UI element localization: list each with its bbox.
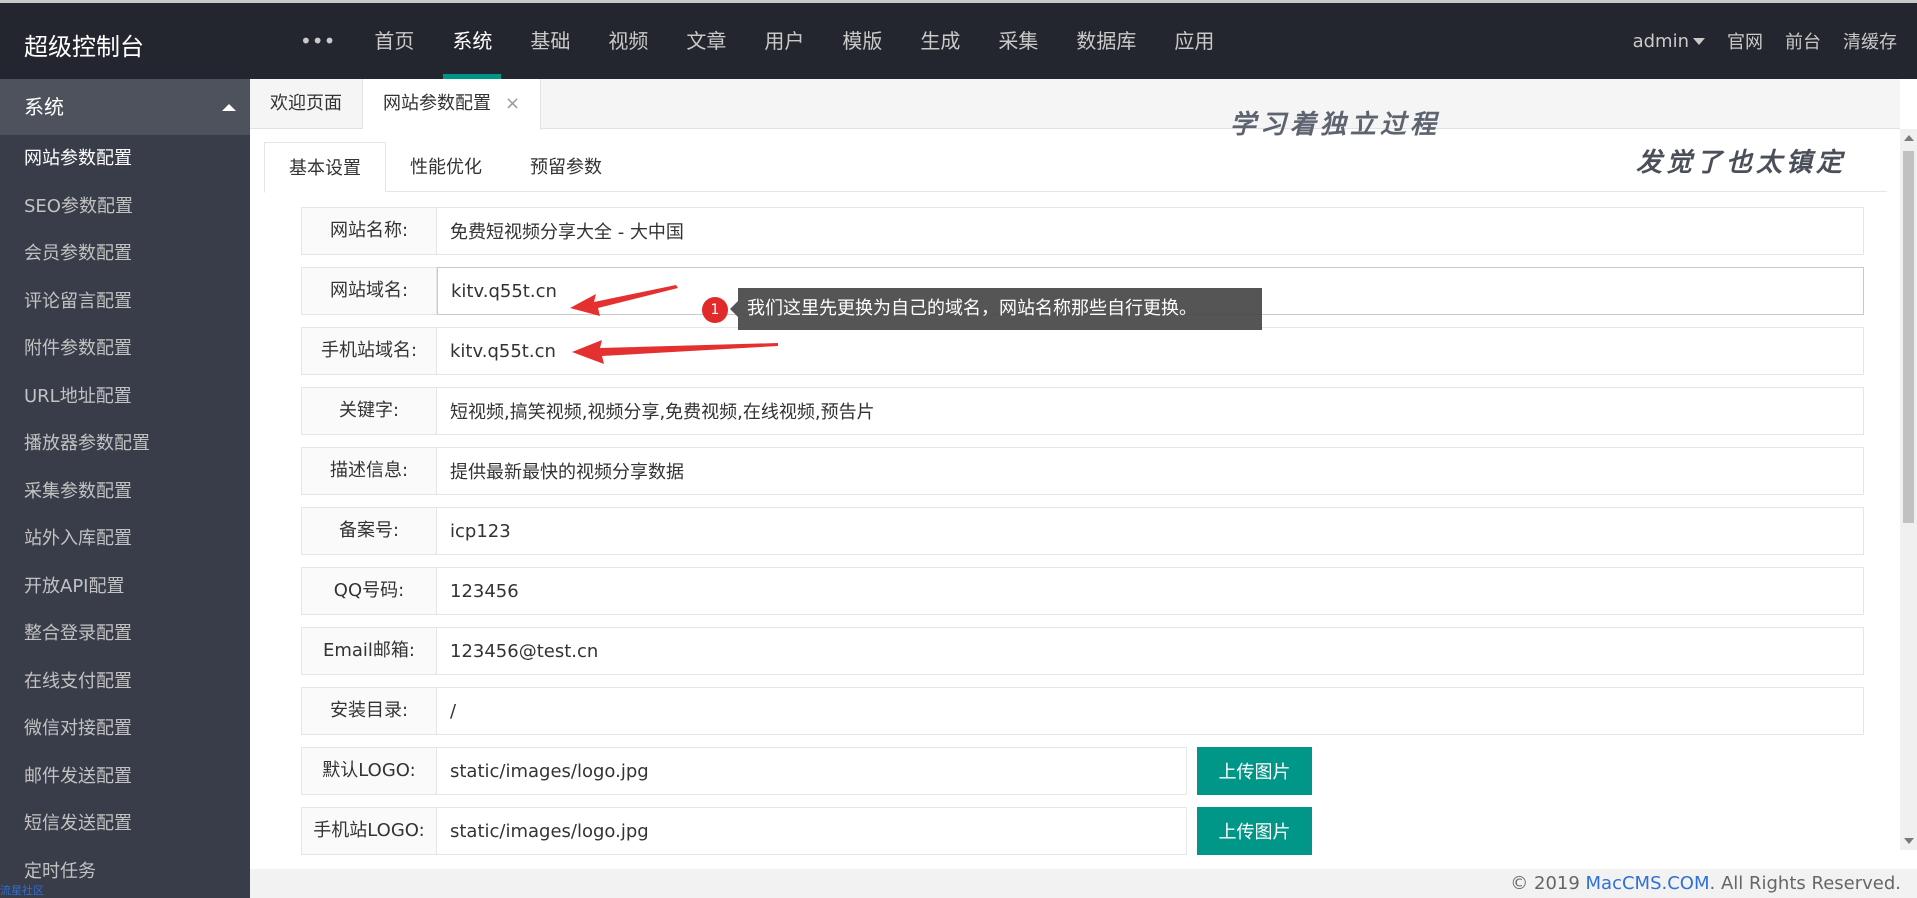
- tab-site-config[interactable]: 网站参数配置 ×: [363, 79, 542, 130]
- sidebar-item-sms[interactable]: 短信发送配置: [0, 800, 250, 848]
- label-mobile-domain: 手机站域名:: [301, 327, 437, 375]
- main-content: 欢迎页面 网站参数配置× 基本设置 性能优化 预留参数 网站名称: 网站域名: …: [250, 79, 1917, 869]
- sidebar: 系统 网站参数配置 SEO参数配置 会员参数配置 评论留言配置 附件参数配置 U…: [0, 79, 250, 898]
- row-description: 描述信息:: [301, 447, 1864, 495]
- sidebar-section-label: 系统: [24, 95, 64, 119]
- nav-database[interactable]: 数据库: [1057, 3, 1155, 79]
- scrollbar[interactable]: [1900, 129, 1917, 850]
- tab-basic-settings[interactable]: 基本设置: [264, 142, 386, 193]
- label-email: Email邮箱:: [301, 627, 437, 675]
- annotation-arrow-icon: [572, 340, 778, 364]
- caret-down-icon: [1693, 38, 1705, 45]
- nav-template[interactable]: 模版: [823, 3, 901, 79]
- annotation-arrow-icon: [570, 285, 678, 316]
- sidebar-item-api[interactable]: 开放API配置: [0, 563, 250, 611]
- sidebar-item-attachment[interactable]: 附件参数配置: [0, 325, 250, 373]
- upload-logo-button[interactable]: 上传图片: [1197, 747, 1312, 795]
- user-menu[interactable]: admin: [1633, 31, 1705, 52]
- nav-collect[interactable]: 采集: [979, 3, 1057, 79]
- label-mobile-logo: 手机站LOGO:: [301, 807, 437, 855]
- sidebar-item-url[interactable]: URL地址配置: [0, 373, 250, 421]
- row-site-name: 网站名称:: [301, 207, 1864, 255]
- nav-system[interactable]: 系统: [433, 3, 511, 79]
- footer-copyright: © 2019: [1510, 873, 1586, 894]
- label-logo: 默认LOGO:: [301, 747, 437, 795]
- header-right: admin 官网 前台 清缓存: [1633, 3, 1897, 79]
- sidebar-item-login[interactable]: 整合登录配置: [0, 610, 250, 658]
- sidebar-item-collect[interactable]: 采集参数配置: [0, 468, 250, 516]
- nav-basic[interactable]: 基础: [511, 3, 589, 79]
- sidebar-item-email[interactable]: 邮件发送配置: [0, 753, 250, 801]
- annotation-badge: 1: [702, 297, 728, 323]
- qq-input[interactable]: [437, 567, 1864, 615]
- label-qq: QQ号码:: [301, 567, 437, 615]
- sidebar-item-comment[interactable]: 评论留言配置: [0, 278, 250, 326]
- nav-app[interactable]: 应用: [1155, 3, 1233, 79]
- sidebar-item-site-config[interactable]: 网站参数配置: [0, 135, 250, 183]
- top-header: 超级控制台 ••• 首页 系统 基础 视频 文章 用户 模版 生成 采集 数据库…: [0, 0, 1917, 79]
- row-email: Email邮箱:: [301, 627, 1864, 675]
- tab-reserved[interactable]: 预留参数: [506, 142, 626, 192]
- row-logo: 默认LOGO: 上传图片: [301, 747, 1864, 795]
- footer: © 2019 MacCMS.COM. All Rights Reserved.: [250, 869, 1917, 898]
- logo-input[interactable]: [437, 747, 1187, 795]
- tab-performance[interactable]: 性能优化: [386, 142, 506, 192]
- nav-home[interactable]: 首页: [355, 3, 433, 79]
- row-qq: QQ号码:: [301, 567, 1864, 615]
- row-icp: 备案号:: [301, 507, 1864, 555]
- sidebar-item-player[interactable]: 播放器参数配置: [0, 420, 250, 468]
- row-mobile-domain: 手机站域名:: [301, 327, 1864, 375]
- top-nav: ••• 首页 系统 基础 视频 文章 用户 模版 生成 采集 数据库 应用: [280, 3, 1233, 79]
- user-name: admin: [1632, 30, 1689, 52]
- label-icp: 备案号:: [301, 507, 437, 555]
- tab-welcome[interactable]: 欢迎页面: [250, 79, 363, 129]
- brand-title: 超级控制台: [24, 33, 144, 61]
- nav-video[interactable]: 视频: [589, 3, 667, 79]
- scroll-up-icon[interactable]: [1904, 135, 1914, 141]
- link-official-site[interactable]: 官网: [1727, 28, 1763, 54]
- label-site-name: 网站名称:: [301, 207, 437, 255]
- site-name-input[interactable]: [437, 207, 1864, 255]
- row-mobile-logo: 手机站LOGO: 上传图片: [301, 807, 1864, 855]
- link-frontend[interactable]: 前台: [1785, 28, 1821, 54]
- sidebar-item-member[interactable]: 会员参数配置: [0, 230, 250, 278]
- label-install-dir: 安装目录:: [301, 687, 437, 735]
- nav-generate[interactable]: 生成: [901, 3, 979, 79]
- nav-more-icon[interactable]: •••: [280, 3, 355, 79]
- email-input[interactable]: [437, 627, 1864, 675]
- label-description: 描述信息:: [301, 447, 437, 495]
- caret-up-icon: [222, 104, 236, 111]
- label-site-domain: 网站域名:: [301, 267, 437, 315]
- sidebar-item-wechat[interactable]: 微信对接配置: [0, 705, 250, 753]
- page-tabs: 欢迎页面 网站参数配置 ×: [250, 79, 1900, 130]
- description-input[interactable]: [437, 447, 1864, 495]
- scroll-thumb[interactable]: [1903, 151, 1914, 523]
- tab-site-config-label: 网站参数配置: [383, 93, 491, 114]
- row-install-dir: 安装目录:: [301, 687, 1864, 735]
- scroll-down-icon[interactable]: [1904, 838, 1914, 844]
- footer-link[interactable]: MacCMS.COM: [1586, 873, 1710, 894]
- mobile-logo-input[interactable]: [437, 807, 1187, 855]
- sidebar-item-import[interactable]: 站外入库配置: [0, 515, 250, 563]
- link-clear-cache[interactable]: 清缓存: [1843, 28, 1897, 54]
- annotation-tooltip: 我们这里先更换为自己的域名，网站名称那些自行更换。: [730, 288, 1262, 330]
- handwritten-note: 发觉了也太镇定: [1636, 148, 1847, 178]
- nav-user[interactable]: 用户: [745, 3, 823, 79]
- footer-rights: . All Rights Reserved.: [1709, 873, 1901, 894]
- close-icon[interactable]: ×: [505, 93, 520, 114]
- watermark-text: 流星社区: [0, 884, 44, 897]
- keywords-input[interactable]: [437, 387, 1864, 435]
- sidebar-item-seo[interactable]: SEO参数配置: [0, 183, 250, 231]
- sidebar-section-system[interactable]: 系统: [0, 79, 250, 135]
- handwritten-note: 学习着独立过程: [1230, 110, 1441, 140]
- sidebar-item-payment[interactable]: 在线支付配置: [0, 658, 250, 706]
- upload-mobile-logo-button[interactable]: 上传图片: [1197, 807, 1312, 855]
- icp-input[interactable]: [437, 507, 1864, 555]
- nav-article[interactable]: 文章: [667, 3, 745, 79]
- label-keywords: 关键字:: [301, 387, 437, 435]
- install-dir-input[interactable]: [437, 687, 1864, 735]
- row-keywords: 关键字:: [301, 387, 1864, 435]
